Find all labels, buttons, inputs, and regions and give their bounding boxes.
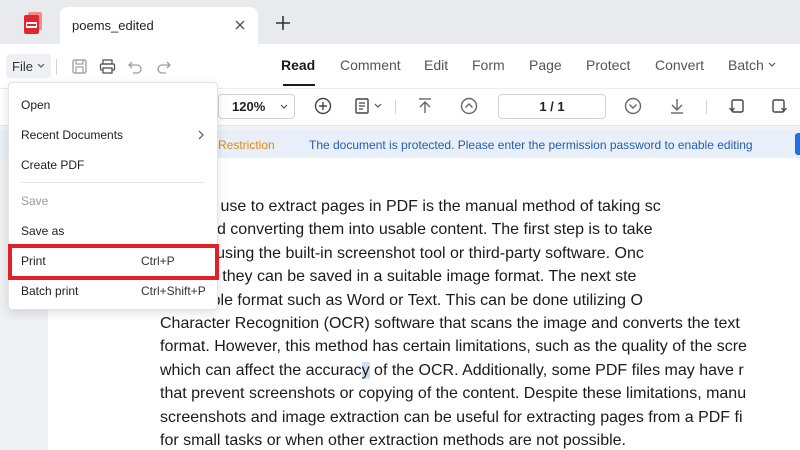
file-dropdown-menu: Open Recent Documents Create PDF Save Sa…	[8, 82, 218, 310]
menu-item-label: Save as	[21, 224, 65, 238]
toolbar-divider	[706, 100, 707, 114]
tab-form[interactable]: Form	[472, 57, 505, 73]
menu-item-label: Batch print	[21, 284, 79, 298]
tab-title: poems_edited	[72, 18, 154, 33]
text-line: for small tasks or when other extraction…	[160, 431, 626, 449]
undo-icon[interactable]	[127, 58, 144, 75]
menu-item-print[interactable]: Print Ctrl+P	[9, 246, 217, 276]
zoom-in-icon[interactable]	[314, 97, 332, 115]
text-line: format. However, this method has certain…	[160, 338, 747, 356]
text-segment: of the OCR. Additionally, some PDF files…	[369, 361, 744, 379]
text-line: Character Recognition (OCR) software tha…	[160, 314, 740, 332]
plus-icon[interactable]	[275, 15, 291, 31]
menu-item-label: Open	[21, 98, 51, 112]
chevron-down-icon	[768, 62, 776, 67]
menu-item-shortcut: Ctrl+P	[141, 254, 175, 268]
menu-item-label: Save	[21, 194, 49, 208]
rotate-left-icon[interactable]	[728, 97, 746, 115]
chevron-down-icon[interactable]	[374, 103, 382, 109]
zoom-value: 120%	[232, 99, 266, 114]
menu-item-save-as[interactable]: Save as	[9, 216, 217, 246]
chevron-down-icon	[37, 63, 45, 68]
active-tab-indicator	[283, 84, 315, 86]
tab-comment[interactable]: Comment	[340, 57, 401, 73]
last-page-icon[interactable]	[668, 97, 686, 115]
first-page-icon[interactable]	[416, 97, 434, 115]
tab-batch[interactable]: Batch	[728, 57, 776, 73]
save-icon[interactable]	[71, 58, 88, 75]
menu-item-recent-documents[interactable]: Recent Documents	[9, 120, 217, 150]
previous-page-icon[interactable]	[460, 97, 478, 115]
menu-item-shortcut: Ctrl+Shift+P	[141, 284, 206, 298]
tab-batch-label: Batch	[728, 57, 764, 73]
selected-text: y	[361, 361, 370, 379]
zoom-select[interactable]: 120%	[218, 94, 295, 119]
tab-edit[interactable]: Edit	[424, 57, 448, 73]
menu-item-label: Recent Documents	[21, 128, 124, 142]
enable-editing-button[interactable]	[795, 133, 800, 155]
toolbar-divider	[56, 59, 57, 75]
tab-page[interactable]: Page	[529, 57, 562, 73]
restriction-label: Restriction	[218, 138, 275, 152]
toolbar-divider	[395, 100, 396, 114]
next-page-icon[interactable]	[624, 97, 642, 115]
text-line: which can affect the accuracy of the OCR…	[160, 359, 800, 382]
tab-read[interactable]: Read	[281, 57, 315, 73]
redo-icon[interactable]	[155, 58, 172, 75]
close-icon[interactable]	[234, 19, 246, 31]
chevron-down-icon	[280, 104, 288, 109]
menu-item-label: Create PDF	[21, 158, 85, 172]
print-icon[interactable]	[99, 58, 116, 75]
menu-item-save: Save	[9, 186, 217, 216]
menu-item-label: Print	[21, 254, 46, 268]
document-tab[interactable]: poems_edited	[60, 7, 258, 44]
text-line: screenshots and image extraction can be …	[160, 408, 743, 426]
tab-bar: poems_edited	[0, 0, 800, 44]
chevron-right-icon	[198, 130, 204, 140]
menu-item-create-pdf[interactable]: Create PDF	[9, 150, 217, 180]
tab-protect[interactable]: Protect	[586, 57, 630, 73]
menu-divider	[21, 182, 205, 183]
text-segment: which can affect the accurac	[160, 361, 362, 379]
file-menu-button[interactable]: File	[6, 54, 51, 78]
tab-convert[interactable]: Convert	[655, 57, 704, 73]
rotate-right-icon[interactable]	[770, 97, 788, 115]
menu-item-batch-print[interactable]: Batch print Ctrl+Shift+P	[9, 276, 217, 306]
file-menu-label: File	[12, 58, 33, 74]
protection-message: The document is protected. Please enter …	[309, 138, 753, 152]
text-line: that prevent screenshots or copying of t…	[160, 385, 747, 403]
menu-item-open[interactable]: Open	[9, 90, 217, 120]
page-number-input[interactable]: 1 / 1	[498, 94, 606, 119]
pdf-app-logo-icon	[24, 12, 42, 34]
page-layout-icon[interactable]	[354, 97, 372, 115]
